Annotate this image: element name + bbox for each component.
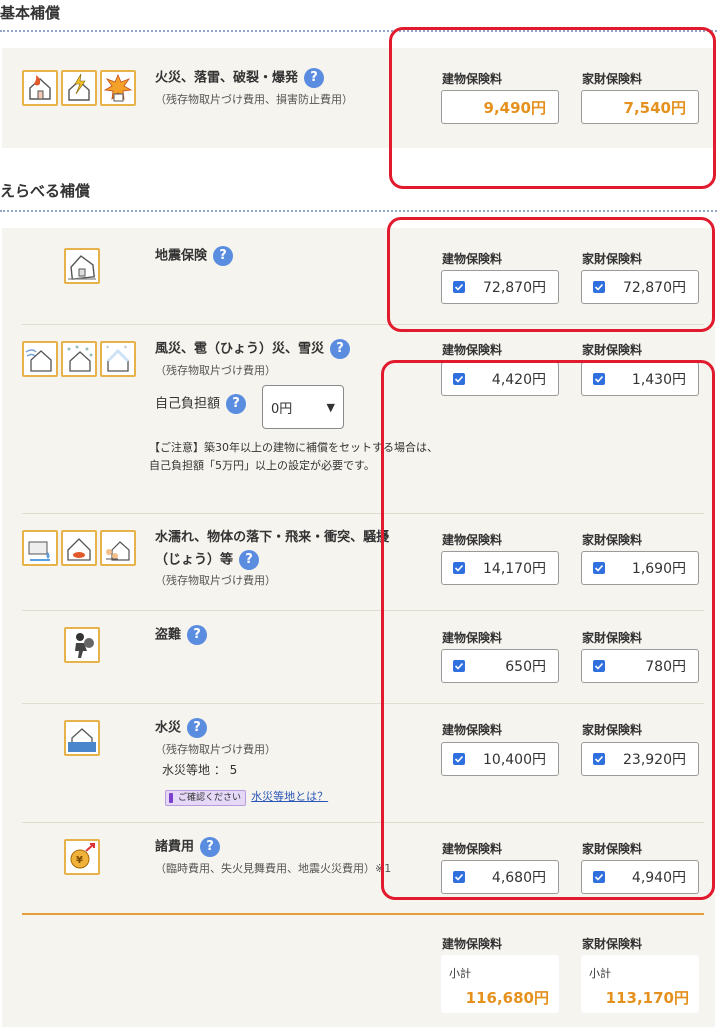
chevron-down-icon: ▼ bbox=[326, 401, 335, 414]
subtotal-label: 小計 bbox=[589, 967, 611, 980]
row-title: 諸費用? bbox=[155, 837, 221, 858]
contents-premium-label: 家財保険料 bbox=[582, 343, 643, 357]
confirm-badge: ご確認ください bbox=[165, 790, 247, 806]
row-subtitle: （残存物取片づけ費用） bbox=[155, 743, 276, 756]
explosion-house-icon bbox=[100, 70, 136, 106]
falling-object-house-icon bbox=[61, 530, 97, 566]
fire-house-icon bbox=[22, 70, 58, 106]
basic-section-title: 基本補償 bbox=[0, 4, 61, 22]
subtotal-divider bbox=[22, 913, 704, 915]
row-title: 火災、落雷、破裂・爆発? bbox=[155, 68, 325, 89]
highlight-box bbox=[389, 27, 716, 189]
help-icon[interactable]: ? bbox=[304, 68, 325, 88]
deductible-select[interactable]: 0円 ▼ bbox=[262, 385, 344, 429]
optional-section-title: えらべる補償 bbox=[0, 182, 91, 200]
help-icon[interactable]: ? bbox=[187, 718, 208, 738]
row-title-text: 風災、雹（ひょう）災、雪災 bbox=[155, 341, 325, 357]
lightning-house-icon bbox=[61, 70, 97, 106]
water-leak-icon bbox=[22, 530, 58, 566]
row-title-text: 水災 bbox=[155, 720, 182, 736]
highlight-box bbox=[381, 360, 715, 900]
row-title: 水災? bbox=[155, 718, 208, 739]
row-subtitle: （臨時費用、失火見舞費用、地震火災費用）※1 bbox=[155, 862, 392, 875]
help-icon[interactable]: ? bbox=[200, 837, 221, 857]
help-icon[interactable]: ? bbox=[226, 394, 247, 414]
building-subtotal-value: 116,680円 bbox=[465, 989, 549, 1007]
earthquake-house-icon bbox=[64, 248, 100, 284]
deductible-label: 自己負担額? bbox=[155, 394, 247, 415]
row-title-text: 地震保険 bbox=[155, 248, 208, 264]
row-subtitle: （残存物取片づけ費用） bbox=[155, 364, 276, 377]
help-icon[interactable]: ? bbox=[239, 550, 260, 570]
riot-icon bbox=[100, 530, 136, 566]
row-title-text: 盗難 bbox=[155, 627, 182, 643]
row-title: 地震保険? bbox=[155, 246, 234, 267]
row-title-text: （じょう）等 bbox=[155, 552, 234, 568]
row-title: 風災、雹（ひょう）災、雪災? bbox=[155, 339, 351, 360]
help-icon[interactable]: ? bbox=[330, 339, 351, 359]
building-subtotal: 小計 116,680円 bbox=[441, 955, 559, 1013]
row-subtitle: （残存物取片づけ費用） bbox=[155, 574, 276, 587]
row-title-text: 諸費用 bbox=[155, 839, 195, 855]
contents-subtotal-value: 113,170円 bbox=[605, 989, 689, 1007]
row-subtitle: （残存物取片づけ費用、損害防止費用） bbox=[155, 93, 353, 106]
contents-premium-label: 家財保険料 bbox=[582, 937, 643, 951]
row-title: 盗難? bbox=[155, 625, 208, 646]
building-premium-label: 建物保険料 bbox=[442, 937, 503, 951]
flood-house-icon bbox=[64, 720, 100, 756]
snow-house-icon: * * bbox=[100, 341, 136, 377]
wind-house-icon bbox=[22, 341, 58, 377]
row-title-line1: 水濡れ、物体の落下・飛来・衝突、騒擾 bbox=[155, 530, 390, 545]
deductible-selected-value: 0円 bbox=[271, 401, 293, 417]
row-title-line2: （じょう）等? bbox=[155, 550, 260, 571]
hail-house-icon bbox=[61, 341, 97, 377]
svg-text:*: * bbox=[106, 345, 109, 352]
deductible-label-text: 自己負担額 bbox=[155, 396, 221, 412]
yen-growth-icon: ¥ bbox=[64, 839, 100, 875]
svg-text:¥: ¥ bbox=[76, 855, 83, 866]
subtotal-label: 小計 bbox=[449, 967, 471, 980]
help-icon[interactable]: ? bbox=[187, 625, 208, 645]
row-title-text: 火災、落雷、破裂・爆発 bbox=[155, 70, 299, 86]
flood-level-info: ご確認ください 水災等地とは？ bbox=[165, 785, 328, 806]
divider bbox=[0, 210, 717, 212]
flood-level: 水災等地 ： 5 bbox=[162, 763, 238, 777]
svg-text:*: * bbox=[124, 345, 127, 352]
flood-level-help-link[interactable]: 水災等地とは？ bbox=[251, 790, 328, 803]
highlight-box bbox=[387, 217, 715, 332]
thief-icon bbox=[64, 627, 100, 663]
building-premium-label: 建物保険料 bbox=[442, 343, 503, 357]
help-icon[interactable]: ? bbox=[213, 246, 234, 266]
contents-subtotal: 小計 113,170円 bbox=[581, 955, 699, 1013]
